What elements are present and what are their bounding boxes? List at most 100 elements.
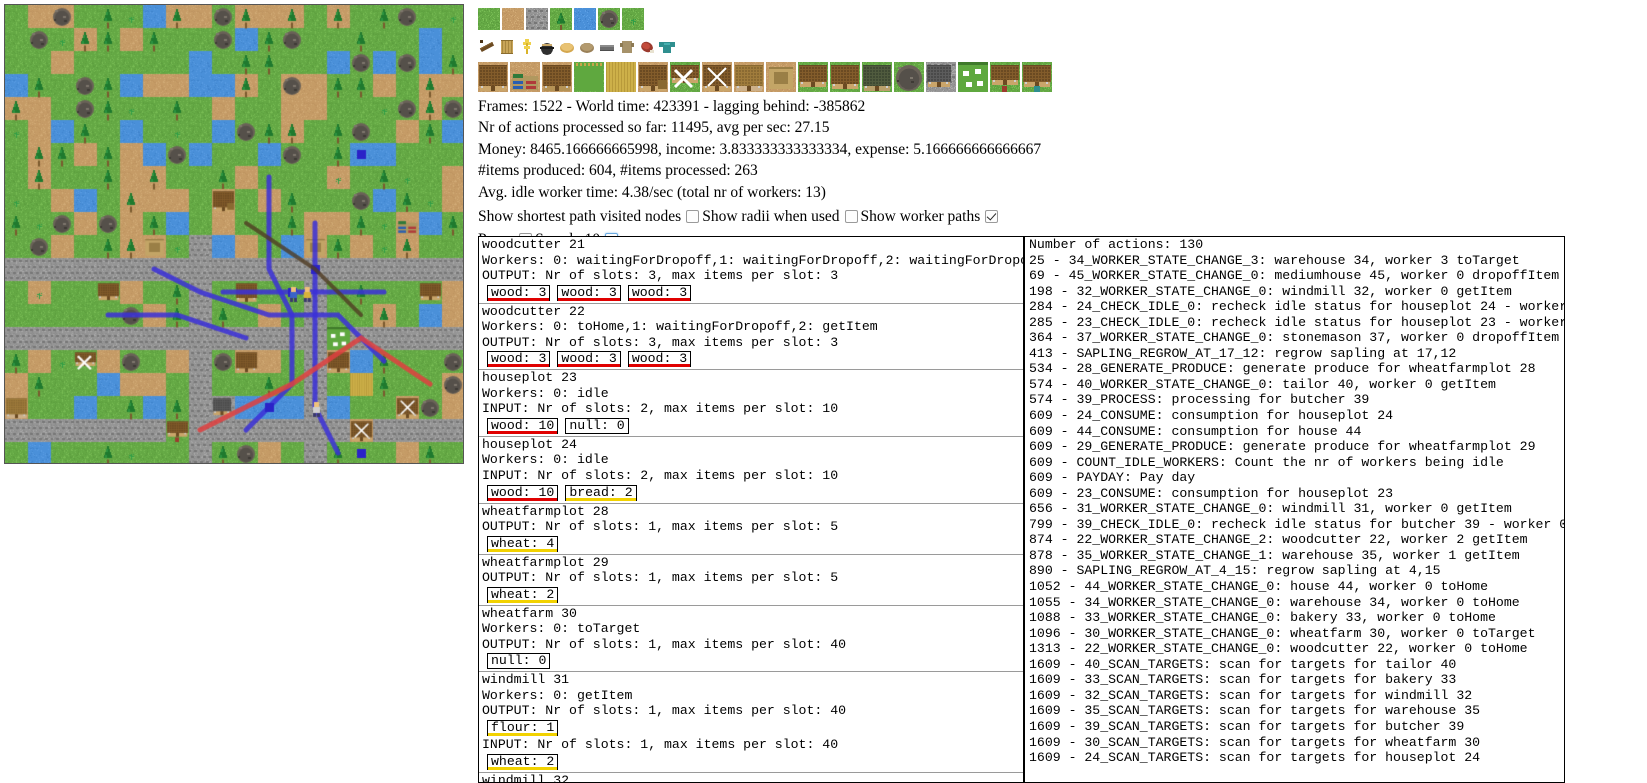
log-line: 574 - 40_WORKER_STATE_CHANGE_0: tailor 4…: [1029, 376, 1496, 392]
storage-slot[interactable]: null: 0: [487, 653, 551, 670]
storage-slot[interactable]: wood: 3: [487, 351, 551, 368]
log-line: 799 - 39_CHECK_IDLE_0: recheck idle stat…: [1029, 516, 1565, 532]
label-show-shortest-path: Show shortest path visited nodes: [478, 207, 682, 225]
resource-icon-stew[interactable]: [538, 38, 556, 56]
map-canvas[interactable]: [5, 5, 463, 463]
storage-slot[interactable]: wood: 3: [627, 284, 692, 301]
buildings-pane[interactable]: woodcutter 21 Workers: 0: waitingForDropo…: [478, 236, 1023, 783]
slot-fill-bar: [488, 364, 550, 368]
terrain-tile-rock[interactable]: [598, 8, 620, 30]
storage-slot[interactable]: wood: 3: [557, 284, 621, 301]
stat-items: #items produced: 604, #items processed: …: [478, 162, 758, 180]
slot-fill-bar: [558, 297, 620, 301]
log-line: 609 - 24_CONSUME: consumption for housep…: [1029, 408, 1394, 424]
log-line: 1096 - 30_WORKER_STATE_CHANGE_0: wheatfa…: [1029, 625, 1536, 641]
building-group[interactable]: woodcutter 21 Workers: 0: waitingForDropo…: [479, 237, 1023, 304]
action-log-pane[interactable]: Number of actions: 130 25 - 34_WORKER_STA…: [1023, 236, 1565, 783]
building-group[interactable]: houseplot 23 Workers: 0: idle INPUT: Nr of…: [479, 370, 1023, 437]
building-icon-house[interactable]: [798, 62, 828, 92]
building-group[interactable]: wheatfarmplot 28 OUTPUT: Nr of slots: 1, …: [479, 504, 1023, 555]
storage-slot[interactable]: wood: 3: [557, 351, 621, 368]
resource-icon-plank[interactable]: [498, 38, 516, 56]
resource-icon-wheat[interactable]: [518, 38, 536, 56]
building-icon-stonemason[interactable]: [894, 62, 924, 92]
building-group[interactable]: houseplot 24 Workers: 0: idle INPUT: Nr of…: [479, 437, 1023, 504]
building-icon-woodcutter[interactable]: [638, 62, 668, 92]
storage-slot[interactable]: wood: 3: [487, 284, 551, 301]
building-group[interactable]: windmill 32: [479, 773, 1023, 782]
building-group[interactable]: woodcutter 22 Workers: 0: toHome,1: waiti…: [479, 304, 1023, 371]
resource-icon-wood[interactable]: [478, 38, 496, 56]
storage-slot[interactable]: wheat: 4: [487, 535, 559, 552]
building-icon-sawmill[interactable]: [670, 62, 700, 92]
log-line: 1609 - 40_SCAN_TARGETS: scan for targets…: [1029, 656, 1457, 672]
resource-icon-leather[interactable]: [618, 38, 636, 56]
log-line: 364 - 37_WORKER_STATE_CHANGE_0: stonemas…: [1029, 330, 1560, 346]
log-line: 609 - COUNT_IDLE_WORKERS: Count the nr o…: [1029, 454, 1504, 470]
building-icon-bighouse[interactable]: [862, 62, 892, 92]
terrain-palette[interactable]: [478, 0, 1647, 30]
building-icon-warehouse[interactable]: [478, 62, 508, 92]
resource-icon-meat[interactable]: [638, 38, 656, 56]
building-workers: Workers: 0: idle: [482, 385, 609, 401]
resource-palette[interactable]: [478, 32, 1647, 56]
building-icon-market[interactable]: [510, 62, 540, 92]
building-icon-bakery[interactable]: [734, 62, 764, 92]
log-line: 1609 - 24_SCAN_TARGETS: scan for targets…: [1029, 750, 1481, 766]
building-workers: Workers: 0: toHome,1: waitingForDropoff,…: [482, 319, 878, 335]
terrain-tile-dirt[interactable]: [502, 8, 524, 30]
building-icon-tailor[interactable]: [1022, 62, 1052, 92]
building-icon-smithy[interactable]: [926, 62, 956, 92]
log-line: 1609 - 39_SCAN_TARGETS: scan for targets…: [1029, 718, 1465, 734]
game-world-map[interactable]: [4, 4, 464, 464]
storage-slot-row: wood: 10 bread: 2: [487, 484, 1023, 501]
storage-header: INPUT: Nr of slots: 2, max items per slo…: [482, 401, 839, 417]
storage-slot[interactable]: wood: 3: [627, 351, 692, 368]
building-icon-butcher[interactable]: [990, 62, 1020, 92]
building-icon-wheatfarmplot[interactable]: [574, 62, 604, 92]
storage-slot[interactable]: wood: 10: [487, 484, 559, 501]
label-show-radii: Show radii when used: [702, 207, 840, 225]
log-line: 284 - 24_CHECK_IDLE_0: recheck idle stat…: [1029, 299, 1565, 315]
building-icon-storehouse[interactable]: [766, 62, 796, 92]
checkbox-show-radii[interactable]: [844, 209, 858, 223]
storage-slot[interactable]: flour: 1: [487, 720, 559, 737]
resource-icon-iron[interactable]: [598, 38, 616, 56]
checkbox-show-shortest-path[interactable]: [686, 209, 700, 223]
storage-slot-row: wood: 3 wood: 3 wood: 3: [487, 351, 1023, 368]
building-group[interactable]: wheatfarmplot 29 OUTPUT: Nr of slots: 1, …: [479, 555, 1023, 606]
resource-icon-shirt[interactable]: [658, 38, 676, 56]
storage-slot[interactable]: null: 0: [565, 417, 629, 434]
storage-header: OUTPUT: Nr of slots: 1, max items per sl…: [482, 570, 839, 586]
building-name: woodcutter 21: [482, 237, 585, 252]
terrain-tile-grass[interactable]: [478, 8, 500, 30]
storage-header: OUTPUT: Nr of slots: 1, max items per sl…: [482, 519, 839, 535]
storage-slot[interactable]: bread: 2: [565, 484, 637, 501]
building-group[interactable]: windmill 31 Workers: 0: getItem OUTPUT: Nr…: [479, 672, 1023, 773]
stat-money: Money: 8465.166666665998, income: 3.8333…: [478, 140, 1042, 158]
building-icon-windmill[interactable]: [702, 62, 732, 92]
building-icon-wheatfarm[interactable]: [606, 62, 636, 92]
resource-icon-bread[interactable]: [558, 38, 576, 56]
building-group[interactable]: wheatfarm 30 Workers: 0: toTarget OUTPUT: …: [479, 606, 1023, 673]
building-icon-warehouse2[interactable]: [542, 62, 572, 92]
stat-idle-worker: Avg. idle worker time: 4.38/sec (total n…: [478, 183, 826, 201]
terrain-tile-water[interactable]: [574, 8, 596, 30]
terrain-tile-stone[interactable]: [526, 8, 548, 30]
slot-fill-bar: [566, 497, 636, 501]
storage-slot[interactable]: wheat: 2: [487, 753, 559, 770]
storage-slot[interactable]: wheat: 2: [487, 586, 559, 603]
checkbox-show-worker-paths[interactable]: [985, 209, 999, 223]
storage-header: INPUT: Nr of slots: 1, max items per slo…: [482, 737, 839, 753]
terrain-tile-sapling[interactable]: [622, 8, 644, 30]
storage-slot-row: wheat: 2: [487, 586, 1023, 603]
resource-icon-flour-sack[interactable]: [578, 38, 596, 56]
building-palette[interactable]: [478, 58, 1647, 92]
storage-slot-row: wood: 3 wood: 3 wood: 3: [487, 284, 1023, 301]
log-line: 198 - 32_WORKER_STATE_CHANGE_0: windmill…: [1029, 283, 1512, 299]
building-icon-mediumhouse[interactable]: [830, 62, 860, 92]
building-icon-sheepfarm[interactable]: [958, 62, 988, 92]
storage-slot[interactable]: wood: 10: [487, 417, 559, 434]
building-name: houseplot 23: [482, 370, 577, 386]
terrain-tile-tree[interactable]: [550, 8, 572, 30]
